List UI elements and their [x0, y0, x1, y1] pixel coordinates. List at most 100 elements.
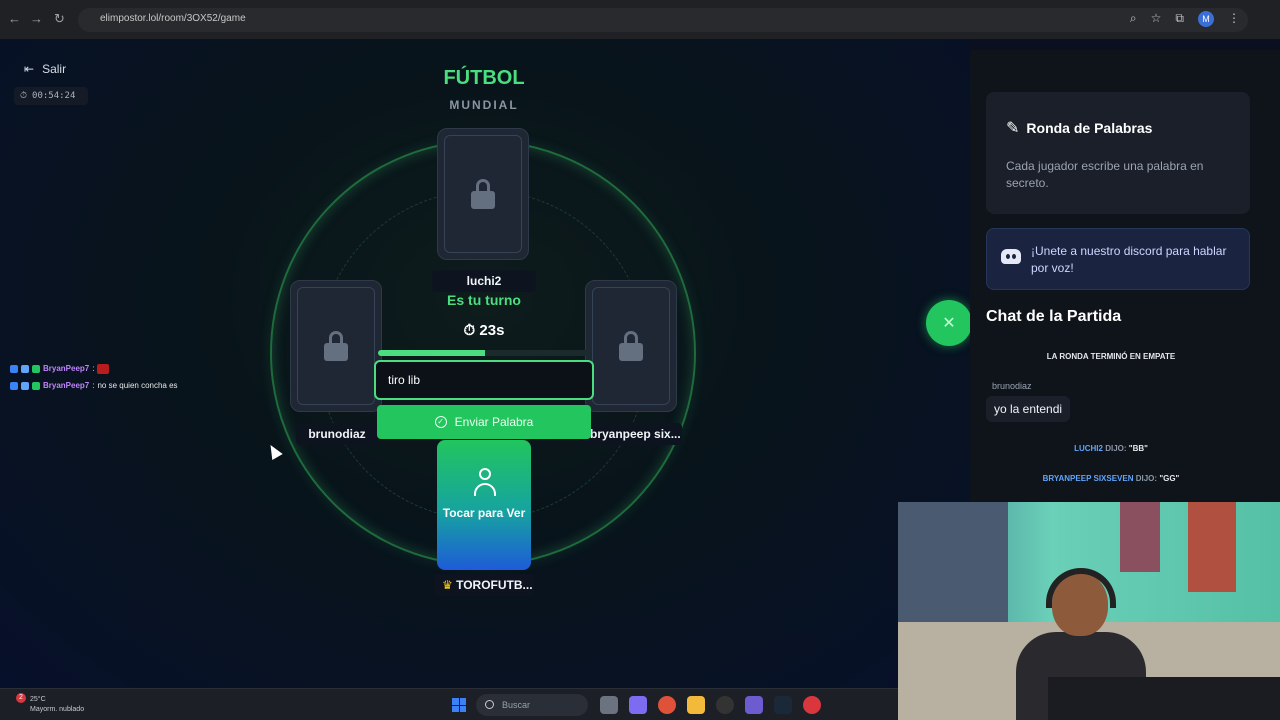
exit-label: Salir	[42, 62, 67, 76]
discord-banner[interactable]: ¡Unete a nuestro discord para hablar por…	[986, 228, 1250, 290]
player-name-top: luchi2	[432, 270, 536, 292]
emote-icon	[97, 363, 110, 374]
stream-chat-user: BryanPeep7	[43, 364, 90, 373]
windows-taskbar: 2 25°C Mayorm. nublado Buscar	[0, 688, 898, 720]
player-card-left	[290, 280, 382, 412]
turn-progress-bar	[378, 350, 592, 356]
badge-icon	[21, 364, 29, 373]
player-card-right	[585, 280, 677, 412]
said-label: DIJO:	[1105, 444, 1127, 453]
elapsed-time: 00:54:24	[32, 91, 76, 101]
badge-icon	[10, 364, 18, 373]
chrome-icon[interactable]	[658, 696, 676, 714]
my-secret-card[interactable]: Tocar para Ver	[437, 440, 531, 570]
check-circle-icon: ✓	[434, 416, 447, 428]
discord-app-icon[interactable]	[745, 696, 763, 714]
headset-icon	[1046, 568, 1116, 608]
player-name-left: brunodiaz	[296, 423, 378, 445]
badge-icon	[21, 381, 29, 390]
badge-icon	[32, 381, 40, 390]
submit-word-label: Enviar Palabra	[454, 415, 534, 429]
tap-to-view-label: Tocar para Ver	[442, 506, 526, 520]
forward-icon[interactable]: →	[30, 11, 43, 26]
exit-icon: ⇤	[24, 62, 35, 76]
system-message: LA RONDA TERMINÓ EN EMPATE	[1046, 352, 1176, 361]
round-description: Cada jugador escribe una palabra en secr…	[1006, 159, 1204, 190]
menu-dots-icon[interactable]: ⋮	[1228, 11, 1240, 27]
countdown: ⏱ 23s	[434, 322, 534, 339]
exit-button[interactable]: ⇤ Salir	[24, 62, 66, 76]
url-text: elimpostor.lol/room/3OX52/game	[100, 13, 246, 24]
notification-badge: 2	[16, 693, 26, 703]
stopwatch-icon: ⏱	[463, 322, 476, 339]
task-view-icon[interactable]	[600, 696, 618, 714]
app-icon[interactable]	[803, 696, 821, 714]
submit-word-button[interactable]: ✓ Enviar Palabra	[377, 405, 591, 439]
badge-icon	[32, 364, 40, 373]
word-said-message: LUCHI2 DIJO: "BB"	[986, 444, 1236, 453]
said-player: BRYANPEEP SIXSEVEN	[1042, 474, 1134, 483]
said-label: DIJO:	[1135, 474, 1158, 483]
elapsed-timer: ⏱ 00:54:24	[14, 87, 88, 105]
player-name-right: bryanpeep six...	[582, 423, 682, 445]
obs-icon[interactable]	[716, 696, 734, 714]
lock-icon	[323, 331, 349, 361]
bookmark-star-icon[interactable]: ☆	[1151, 11, 1162, 27]
file-explorer-icon[interactable]	[687, 696, 705, 714]
pencil-icon: ✎	[1006, 120, 1020, 137]
user-icon	[474, 468, 496, 498]
lock-icon	[470, 179, 496, 209]
windows-start-icon[interactable]	[452, 698, 466, 712]
sidebar: ✎ Ronda de Palabras Cada jugador escribe…	[970, 50, 1280, 502]
message-bubble: yo la entendi	[986, 396, 1071, 422]
player-name-bottom: ♛ TOROFUTB...	[434, 574, 534, 596]
taskbar-apps	[600, 696, 821, 714]
profile-avatar[interactable]: M	[1198, 11, 1214, 27]
search-icon	[485, 700, 494, 709]
category-title: FÚTBOL	[443, 67, 525, 89]
turn-progress-fill	[378, 350, 485, 356]
close-icon: ✕	[942, 315, 956, 332]
back-icon[interactable]: ←	[8, 11, 21, 26]
crown-icon: ♛	[442, 578, 453, 592]
said-word: "GG"	[1159, 474, 1180, 483]
teams-icon[interactable]	[629, 696, 647, 714]
round-info-panel: ✎ Ronda de Palabras Cada jugador escribe…	[986, 92, 1250, 214]
badge-icon	[10, 381, 18, 390]
steam-icon[interactable]	[774, 696, 792, 714]
turn-indicator: Es tu turno	[447, 292, 521, 308]
zoom-icon[interactable]: ⌕	[1130, 11, 1137, 27]
said-player: LUCHI2	[1074, 444, 1103, 453]
close-chat-button[interactable]: ✕	[926, 300, 972, 346]
extensions-icon[interactable]: ⧉	[1175, 11, 1184, 27]
stopwatch-icon: ⏱	[20, 91, 28, 101]
webcam-overlay	[898, 502, 1280, 720]
weather-temp: 25°C	[30, 696, 46, 703]
discord-text: ¡Unete a nuestro discord para hablar por…	[1031, 244, 1227, 275]
stream-chat-overlay: BryanPeep7 : BryanPeep7 : no se quien co…	[10, 360, 178, 394]
weather-desc: Mayorm. nublado	[30, 706, 85, 713]
stream-chat-text: no se quien concha es	[97, 381, 178, 390]
search-placeholder: Buscar	[502, 700, 531, 710]
lock-icon	[618, 331, 644, 361]
player-card-top	[437, 128, 529, 260]
chat-heading: Chat de la Partida	[986, 308, 1122, 325]
weather-widget[interactable]: 25°C Mayorm. nublado	[30, 695, 84, 715]
game-area: ⇤ Salir ⏱ 00:54:24 FÚTBOL MUNDIAL luchi2…	[0, 40, 970, 688]
taskbar-search[interactable]: Buscar	[476, 694, 588, 716]
player-name-bottom-text: TOROFUTB...	[456, 578, 533, 592]
address-bar[interactable]: elimpostor.lol/room/3OX52/game ⌕ ☆ ⧉ M ⋮	[78, 8, 1248, 32]
word-said-message: BRYANPEEP SIXSEVEN DIJO: "GG"	[986, 474, 1236, 483]
stream-chat-line: BryanPeep7 : no se quien concha es	[10, 377, 178, 394]
category-subtitle: MUNDIAL	[449, 98, 519, 112]
said-word: "BB"	[1128, 444, 1148, 453]
discord-icon	[1001, 249, 1021, 264]
message-user: brunodiaz	[992, 381, 1032, 391]
browser-toolbar: ← → ↻ elimpostor.lol/room/3OX52/game ⌕ ☆…	[0, 0, 1280, 40]
word-input[interactable]	[374, 360, 594, 400]
stream-chat-user: BryanPeep7	[43, 381, 90, 390]
mouse-cursor-icon	[265, 441, 283, 461]
stream-chat-line: BryanPeep7 :	[10, 360, 178, 377]
round-title: Ronda de Palabras	[1026, 120, 1153, 136]
reload-icon[interactable]: ↻	[54, 11, 65, 27]
